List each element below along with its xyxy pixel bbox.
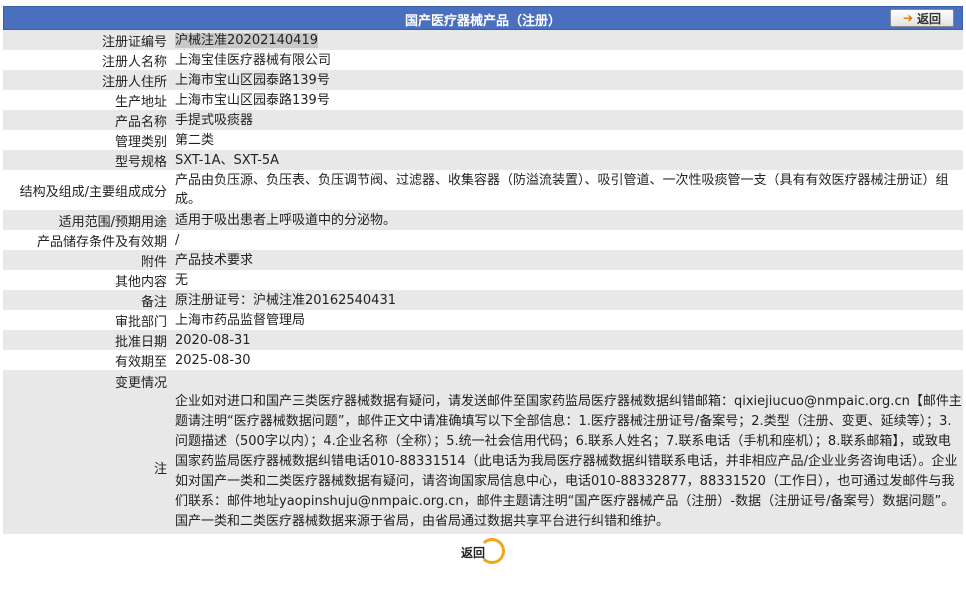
- field-label: 产品名称: [3, 110, 171, 130]
- row-registrant-address: 注册人住所 上海市宝山区园泰路139号: [3, 70, 963, 90]
- row-management-category: 管理类别 第二类: [3, 130, 963, 150]
- row-registrant-name: 注册人名称 上海宝佳医疗器械有限公司: [3, 50, 963, 70]
- detail-table: 注册证编号 沪械注准20202140419 注册人名称 上海宝佳医疗器械有限公司…: [3, 30, 963, 534]
- row-change-and-note: 变更情况 注 企业如对进口和国产三类医疗器械数据有疑问，请发送邮件至国家药监局医…: [3, 370, 963, 534]
- field-value: 上海市宝山区园泰路139号: [171, 70, 963, 90]
- field-value: 产品由负压源、负压表、负压调节阀、过滤器、收集容器（防溢流装置）、吸引管道、一次…: [171, 170, 963, 210]
- page-header: 国产医疗器械产品（注册） ➔ 返回: [3, 6, 963, 30]
- field-label: 审批部门: [3, 310, 171, 330]
- row-production-address: 生产地址 上海市宝山区园泰路139号: [3, 90, 963, 110]
- back-button-bottom-label: 返回: [461, 546, 486, 560]
- field-label: 管理类别: [3, 130, 171, 150]
- field-label: 型号规格: [3, 150, 171, 170]
- field-value: 适用于吸出患者上呼吸道中的分泌物。: [171, 210, 963, 230]
- field-label: 批准日期: [3, 330, 171, 350]
- row-valid-until: 有效期至 2025-08-30: [3, 350, 963, 370]
- arrow-right-icon: ➔: [902, 11, 914, 25]
- field-label: 生产地址: [3, 90, 171, 110]
- back-button-label: 返回: [917, 11, 942, 26]
- field-value: 2025-08-30: [171, 350, 963, 370]
- field-label: 有效期至: [3, 350, 171, 370]
- field-value: 沪械注准20202140419: [175, 32, 318, 48]
- row-other-content: 其他内容 无: [3, 270, 963, 290]
- field-value: 上海宝佳医疗器械有限公司: [171, 50, 963, 70]
- field-label: 适用范围/预期用途: [3, 210, 171, 230]
- field-value: 产品技术要求: [171, 250, 963, 270]
- product-detail-panel: 国产医疗器械产品（注册） ➔ 返回 注册证编号 沪械注准20202140419 …: [3, 6, 963, 570]
- row-remarks: 备注 原注册证号：沪械注准20162540431: [3, 290, 963, 310]
- row-structure-composition: 结构及组成/主要组成成分 产品由负压源、负压表、负压调节阀、过滤器、收集容器（防…: [3, 170, 963, 210]
- field-label: 注册人名称: [3, 50, 171, 70]
- field-value: 无: [171, 270, 963, 290]
- field-value: /: [171, 230, 963, 250]
- page-title: 国产医疗器械产品（注册）: [404, 14, 561, 29]
- note-text: 企业如对进口和国产三类医疗器械数据有疑问，请发送邮件至国家药监局医疗器械数据纠错…: [175, 394, 962, 529]
- field-value: 上海市宝山区园泰路139号: [171, 90, 963, 110]
- field-value: 上海市药品监督管理局: [171, 310, 963, 330]
- field-label: 附件: [3, 250, 171, 270]
- field-label: 注册人住所: [3, 70, 171, 90]
- field-value: 2020-08-31: [171, 330, 963, 350]
- row-intended-use: 适用范围/预期用途 适用于吸出患者上呼吸道中的分泌物。: [3, 210, 963, 230]
- field-value: 原注册证号：沪械注准20162540431: [171, 290, 963, 310]
- row-registration-no: 注册证编号 沪械注准20202140419: [3, 30, 963, 50]
- field-label: 注册证编号: [3, 30, 171, 50]
- row-product-name: 产品名称 手提式吸痰器: [3, 110, 963, 130]
- field-value: 手提式吸痰器: [171, 110, 963, 130]
- footer: 返回: [3, 534, 963, 570]
- field-value: 第二类: [171, 130, 963, 150]
- row-attachment: 附件 产品技术要求: [3, 250, 963, 270]
- note-label: 注: [153, 462, 167, 477]
- back-button-bottom[interactable]: 返回: [457, 538, 509, 566]
- change-history-label: 变更情况: [114, 376, 167, 391]
- row-approval-date: 批准日期 2020-08-31: [3, 330, 963, 350]
- field-label: 产品储存条件及有效期: [3, 230, 171, 250]
- field-label: 备注: [3, 290, 171, 310]
- row-approval-department: 审批部门 上海市药品监督管理局: [3, 310, 963, 330]
- back-button-top[interactable]: ➔ 返回: [890, 9, 954, 27]
- row-storage-validity: 产品储存条件及有效期 /: [3, 230, 963, 250]
- row-model-spec: 型号规格 SXT-1A、SXT-5A: [3, 150, 963, 170]
- field-label: 结构及组成/主要组成成分: [3, 170, 171, 210]
- field-value: SXT-1A、SXT-5A: [171, 150, 963, 170]
- field-label: 其他内容: [3, 270, 171, 290]
